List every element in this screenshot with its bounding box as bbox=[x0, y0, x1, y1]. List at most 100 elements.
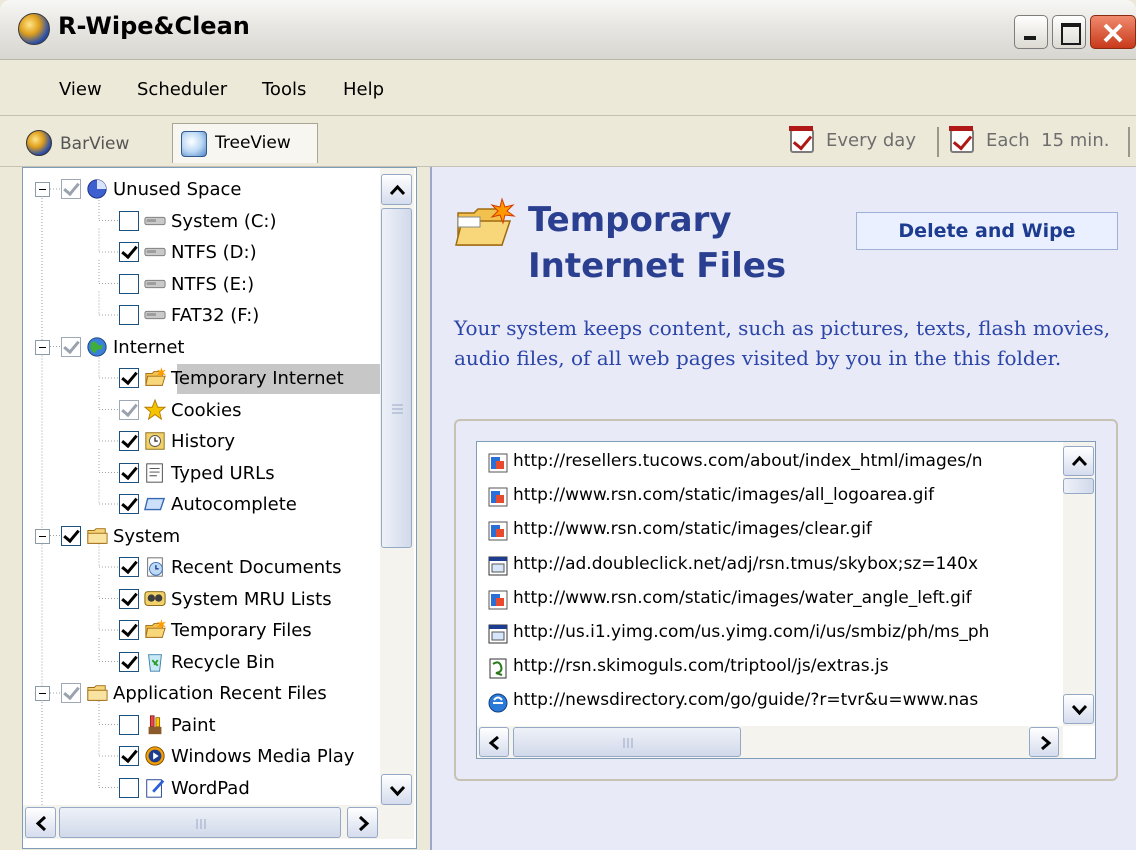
tree-item-label: WordPad bbox=[171, 777, 250, 799]
list-item[interactable]: http://rsn.skimoguls.com/triptool/js/ext… bbox=[487, 653, 1057, 684]
scroll-up-button[interactable] bbox=[381, 174, 412, 205]
tree-checkbox[interactable] bbox=[119, 431, 139, 451]
collapse-toggle[interactable] bbox=[35, 686, 50, 701]
title-bar[interactable]: R-Wipe&Clean bbox=[0, 0, 1136, 60]
file-url: http://rsn.skimoguls.com/triptool/js/ext… bbox=[513, 656, 889, 677]
tree-checkbox[interactable] bbox=[119, 305, 139, 325]
calendar-check-icon[interactable] bbox=[789, 126, 814, 153]
list-vertical-scrollbar[interactable] bbox=[1063, 442, 1095, 726]
tree-checkbox[interactable] bbox=[119, 651, 139, 672]
tree-item[interactable]: WordPad bbox=[23, 773, 381, 804]
tree-item[interactable]: NTFS (E:) bbox=[23, 269, 381, 300]
tree-item[interactable]: Recycle Bin bbox=[23, 647, 381, 678]
tree-checkbox[interactable] bbox=[119, 462, 139, 483]
file-list[interactable]: http://resellers.tucows.com/about/index_… bbox=[476, 441, 1096, 759]
scroll-thumb[interactable] bbox=[513, 727, 741, 757]
tree-checkbox[interactable] bbox=[119, 746, 139, 766]
folder-new-icon bbox=[145, 367, 166, 386]
tree-item[interactable]: Internet bbox=[23, 332, 381, 363]
list-item[interactable]: http://newsdirectory.com/go/guide/?r=tvr… bbox=[487, 687, 1057, 718]
file-url: http://us.i1.yimg.com/us.yimg.com/i/us/s… bbox=[513, 622, 990, 642]
scroll-right-button[interactable] bbox=[347, 807, 378, 838]
tree-vertical-scrollbar[interactable] bbox=[380, 168, 414, 807]
disk-space-icon bbox=[87, 179, 107, 199]
maximize-button[interactable] bbox=[1052, 15, 1086, 49]
tree-view-icon bbox=[181, 131, 207, 157]
tree-checkbox[interactable] bbox=[119, 273, 139, 294]
section-description: Your system keeps content, such as pictu… bbox=[454, 316, 1111, 370]
scroll-thumb[interactable] bbox=[381, 208, 412, 548]
app-window: R-Wipe&Clean View Scheduler Tools Help B… bbox=[0, 0, 1136, 850]
scroll-up-button[interactable] bbox=[1063, 446, 1094, 476]
tree-item-label: Cookies bbox=[171, 399, 242, 421]
tree-item[interactable]: Cookies bbox=[23, 395, 381, 426]
schedule-interval[interactable]: Each 15 min. bbox=[986, 130, 1109, 151]
tree-item-label: Recycle Bin bbox=[171, 651, 275, 673]
scroll-thumb[interactable] bbox=[1063, 478, 1094, 494]
tree-item[interactable]: System bbox=[23, 521, 381, 552]
tree-item[interactable]: History bbox=[23, 426, 381, 457]
drive-icon bbox=[144, 216, 166, 225]
list-item[interactable]: http://ad.doubleclick.net/adj/rsn.tmus/s… bbox=[487, 551, 1057, 582]
list-item[interactable]: http://www.rsn.com/static/images/clear.g… bbox=[487, 516, 1057, 547]
drive-icon bbox=[144, 247, 166, 257]
tab-barview[interactable]: BarView bbox=[22, 125, 162, 161]
tree-checkbox[interactable] bbox=[119, 620, 139, 640]
tree-item[interactable]: Windows Media Play bbox=[23, 741, 381, 772]
close-button[interactable] bbox=[1090, 15, 1136, 49]
collapse-toggle[interactable] bbox=[35, 339, 50, 355]
file-url: http://ad.doubleclick.net/adj/rsn.tmus/s… bbox=[513, 553, 979, 574]
tree-item[interactable]: Application Recent Files bbox=[23, 678, 381, 709]
tree-item[interactable]: Temporary Internet bbox=[23, 363, 381, 394]
scroll-left-button[interactable] bbox=[479, 727, 509, 757]
schedule-every-day[interactable]: Every day bbox=[826, 130, 916, 151]
scroll-left-button[interactable] bbox=[25, 807, 56, 838]
menu-scheduler[interactable]: Scheduler bbox=[137, 79, 227, 100]
tree-item[interactable]: System MRU Lists bbox=[23, 584, 381, 615]
list-item[interactable]: http://us.i1.yimg.com/us.yimg.com/i/us/s… bbox=[487, 619, 1057, 650]
tree-checkbox[interactable] bbox=[119, 588, 139, 609]
tree-checkbox[interactable] bbox=[61, 179, 81, 199]
delete-and-wipe-button[interactable]: Delete and Wipe bbox=[856, 212, 1118, 250]
tree-item[interactable]: FAT32 (F:) bbox=[23, 300, 381, 331]
tree-checkbox[interactable] bbox=[119, 714, 139, 735]
tree-checkbox[interactable] bbox=[119, 557, 139, 577]
menu-bar: View Scheduler Tools Help bbox=[0, 64, 1136, 116]
tree-item[interactable]: Autocomplete bbox=[23, 489, 381, 520]
scroll-down-button[interactable] bbox=[381, 774, 412, 805]
list-item[interactable]: http://www.rsn.com/static/images/all_log… bbox=[487, 482, 1057, 513]
tree-checkbox[interactable] bbox=[61, 683, 81, 703]
tab-treeview[interactable]: TreeView bbox=[172, 123, 318, 163]
tree-checkbox[interactable] bbox=[119, 494, 139, 514]
tree-checkbox[interactable] bbox=[119, 242, 139, 262]
tree-item[interactable]: Unused Space bbox=[23, 174, 381, 205]
collapse-toggle[interactable] bbox=[35, 528, 50, 544]
tree-checkbox[interactable] bbox=[119, 399, 139, 420]
tree-checkbox[interactable] bbox=[61, 336, 81, 357]
tree-item[interactable]: Typed URLs bbox=[23, 458, 381, 489]
collapse-toggle[interactable] bbox=[35, 182, 50, 197]
list-item[interactable]: http://resellers.tucows.com/about/index_… bbox=[487, 448, 1057, 479]
menu-tools[interactable]: Tools bbox=[262, 79, 306, 100]
scroll-down-button[interactable] bbox=[1063, 694, 1094, 724]
tree-checkbox[interactable] bbox=[61, 525, 81, 546]
menu-view[interactable]: View bbox=[59, 79, 102, 100]
scroll-thumb[interactable] bbox=[59, 807, 341, 838]
toolbar: BarView TreeView Every day Each 15 min. bbox=[0, 117, 1136, 167]
list-item[interactable]: http://www.rsn.com/static/images/water_a… bbox=[487, 585, 1057, 616]
tree-item[interactable]: Temporary Files bbox=[23, 615, 381, 646]
tree-checkbox[interactable] bbox=[119, 777, 139, 798]
tree-horizontal-scrollbar[interactable] bbox=[23, 805, 414, 839]
file-list-frame: http://resellers.tucows.com/about/index_… bbox=[454, 419, 1118, 781]
list-horizontal-scrollbar[interactable] bbox=[477, 726, 1063, 758]
tree-item[interactable]: System (C:) bbox=[23, 206, 381, 237]
minimize-button[interactable] bbox=[1014, 15, 1048, 49]
calendar-check-icon[interactable] bbox=[949, 126, 974, 153]
scroll-right-button[interactable] bbox=[1029, 727, 1059, 757]
menu-help[interactable]: Help bbox=[343, 79, 384, 100]
tree-item[interactable]: Recent Documents bbox=[23, 552, 381, 583]
tree-checkbox[interactable] bbox=[119, 368, 139, 388]
tree-checkbox[interactable] bbox=[119, 210, 139, 231]
tree-item[interactable]: Paint bbox=[23, 710, 381, 741]
tree-item[interactable]: NTFS (D:) bbox=[23, 237, 381, 268]
